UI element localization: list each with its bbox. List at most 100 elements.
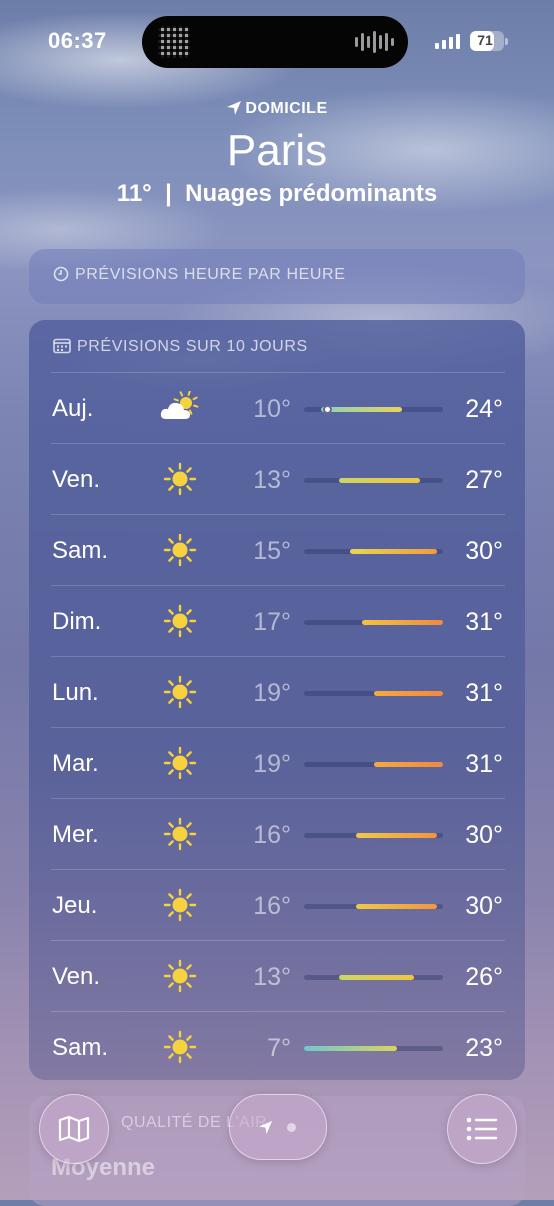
status-bar: 06:37 71 [0, 0, 554, 80]
temperature-range-track [304, 975, 443, 980]
city-name: Paris [226, 126, 328, 175]
temperature-range-bar [304, 1046, 397, 1051]
temperature-range-track [304, 478, 443, 483]
hourly-forecast-card[interactable]: PRÉVISIONS HEURE PAR HEURE [29, 249, 525, 304]
forecast-day: Mar. [52, 750, 99, 777]
status-time: 06:37 [48, 28, 107, 53]
forecast-day: Ven. [52, 466, 101, 493]
forecast-high: 24° [465, 395, 503, 423]
location-label: DOMICILE [0, 100, 554, 118]
forecast-day: Auj. [52, 395, 94, 422]
sun-icon [160, 746, 200, 780]
forecast-row[interactable]: Jeu. 16° 30° [29, 870, 525, 941]
forecast-day: Lun. [52, 679, 99, 706]
forecast-low: 13° [253, 466, 291, 494]
current-conditions: 11° | Nuages prédominants [116, 180, 438, 207]
temperature-range-bar [361, 620, 443, 625]
sun-icon [160, 888, 200, 922]
map-icon [58, 1115, 90, 1143]
temperature-range-bar [356, 904, 438, 909]
forecast-day: Sam. [52, 1034, 109, 1061]
forecast-row[interactable]: Ven. 13° 26° [29, 941, 525, 1012]
calendar-icon [53, 338, 71, 354]
partly-sunny-icon [160, 390, 200, 425]
temperature-range-track [304, 620, 443, 625]
temperature-range-track [304, 904, 443, 909]
sun-icon [160, 1030, 200, 1064]
forecast-day: Sam. [52, 537, 109, 564]
forecast-high: 30° [465, 892, 503, 920]
location-arrow-icon [258, 1120, 273, 1135]
forecast-row[interactable]: Sam. 7° 23° [29, 1012, 525, 1083]
forecast-row[interactable]: Dim. 17° 31° [29, 586, 525, 657]
temperature-range-track [304, 549, 443, 554]
battery-tip [505, 38, 508, 45]
audio-wave-icon [355, 30, 394, 54]
ten-day-forecast-card[interactable]: PRÉVISIONS SUR 10 JOURS Auj. 10° 24° Ven. 13… [29, 320, 525, 1080]
forecast-high: 31° [465, 750, 503, 778]
forecast-high: 30° [465, 821, 503, 849]
temperature-range-bar [373, 762, 443, 767]
forecast-row[interactable]: Mer. 16° 30° [29, 799, 525, 870]
forecast-low: 7° [267, 1034, 291, 1062]
temperature-range-track [304, 691, 443, 696]
temperature-range-track [304, 1046, 443, 1051]
sun-icon [160, 462, 200, 496]
temperature-range-bar [338, 975, 415, 980]
current-temperature-dot [322, 405, 332, 414]
forecast-day: Mer. [52, 821, 99, 848]
sun-icon [160, 959, 200, 993]
temperature-range-bar [338, 478, 420, 483]
temperature-range-bar [321, 407, 403, 412]
forecast-high: 26° [465, 963, 503, 991]
location-pager[interactable] [229, 1094, 327, 1160]
map-button[interactable] [39, 1094, 109, 1164]
forecast-row[interactable]: Lun. 19° 31° [29, 657, 525, 728]
hourly-title-text: PRÉVISIONS HEURE PAR HEURE [75, 266, 346, 283]
forecast-low: 19° [253, 750, 291, 778]
forecast-low: 17° [253, 608, 291, 636]
ten-day-title-text: PRÉVISIONS SUR 10 JOURS [77, 338, 308, 355]
forecast-day: Ven. [52, 963, 101, 990]
forecast-day: Jeu. [52, 892, 98, 919]
battery-level: 71 [477, 32, 493, 48]
forecast-low: 13° [253, 963, 291, 991]
forecast-row[interactable]: Sam. 15° 30° [29, 515, 525, 586]
forecast-row[interactable]: Ven. 13° 27° [29, 444, 525, 515]
forecast-high: 30° [465, 537, 503, 565]
forecast-low: 10° [253, 395, 291, 423]
forecast-low: 16° [253, 892, 291, 920]
sun-icon [160, 675, 200, 709]
sun-icon [160, 817, 200, 851]
forecast-low: 15° [253, 537, 291, 565]
forecast-high: 31° [465, 608, 503, 636]
cell-signal-icon [435, 34, 460, 49]
forecast-low: 16° [253, 821, 291, 849]
temperature-range-track [304, 405, 443, 414]
forecast-low: 19° [253, 679, 291, 707]
sun-icon [160, 604, 200, 638]
temperature-range-bar [350, 549, 438, 554]
list-button[interactable] [447, 1094, 517, 1164]
temperature-range-track [304, 762, 443, 767]
battery-icon: 71 [470, 31, 508, 51]
qr-code-icon [158, 26, 190, 58]
forecast-row[interactable]: Mar. 19° 31° [29, 728, 525, 799]
location-label-text: DOMICILE [245, 100, 328, 117]
temperature-range-bar [373, 691, 443, 696]
list-icon [466, 1117, 498, 1141]
forecast-high: 23° [465, 1034, 503, 1062]
temperature-range-track [304, 833, 443, 838]
forecast-high: 31° [465, 679, 503, 707]
clock-icon [53, 266, 69, 282]
dynamic-island[interactable] [142, 16, 408, 68]
forecast-row[interactable]: Auj. 10° 24° [29, 373, 525, 444]
location-arrow-icon [227, 101, 242, 115]
hourly-forecast-title: PRÉVISIONS HEURE PAR HEURE [53, 266, 345, 284]
ten-day-title: PRÉVISIONS SUR 10 JOURS [53, 338, 308, 356]
forecast-day: Dim. [52, 608, 102, 635]
sun-icon [160, 533, 200, 567]
page-dot[interactable] [287, 1123, 296, 1132]
temperature-range-bar [356, 833, 438, 838]
forecast-high: 27° [465, 466, 503, 494]
